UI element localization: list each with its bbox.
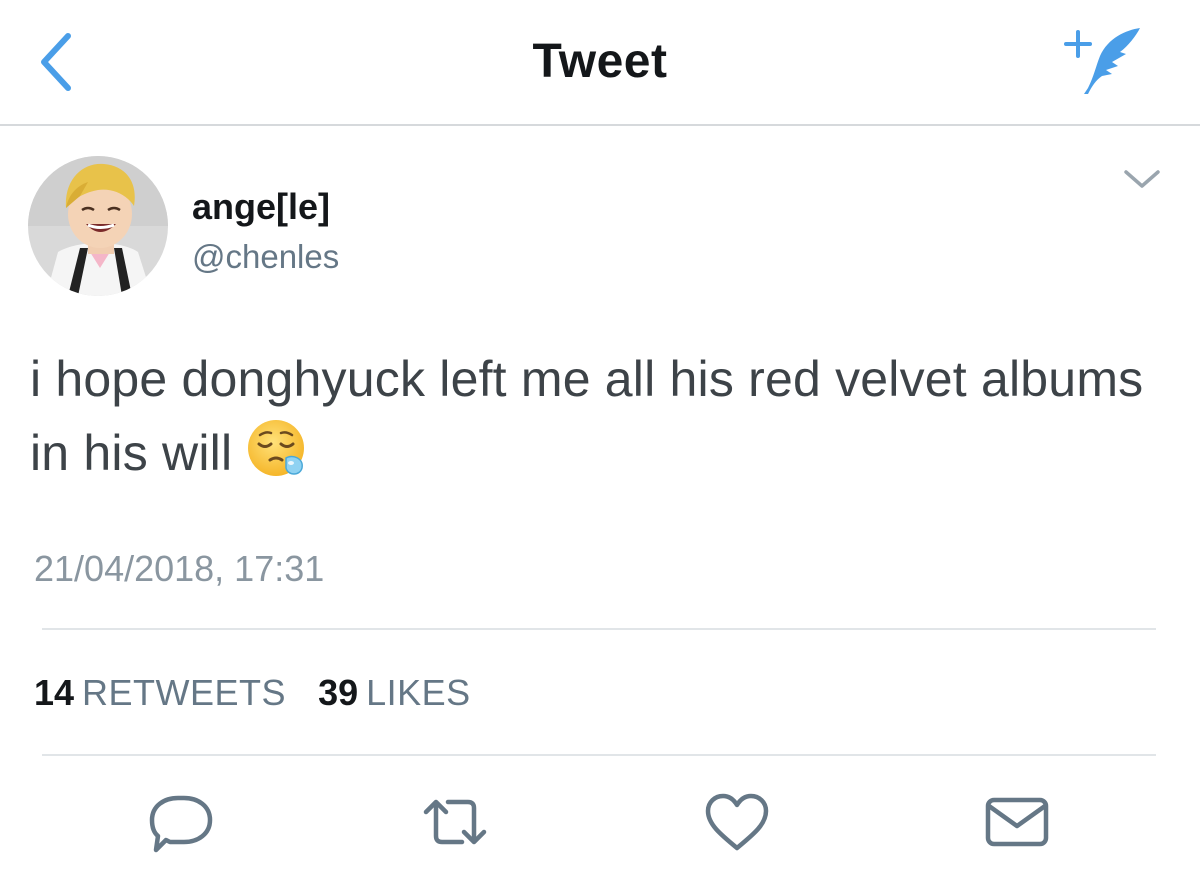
user-handle[interactable]: @chenles [192, 238, 339, 276]
tweet-text-content: i hope donghyuck left me all his red vel… [30, 351, 1144, 481]
profile-photo [28, 156, 168, 296]
likes-number: 39 [318, 672, 359, 713]
engagement-stats: 14 RETWEETS 39 LIKES [34, 672, 471, 714]
likes-label: LIKES [366, 672, 471, 713]
nav-bar: Tweet [0, 0, 1200, 126]
compose-tweet-button[interactable] [1056, 22, 1152, 102]
display-name[interactable]: ange[le] [192, 186, 330, 228]
retweets-label: RETWEETS [82, 672, 287, 713]
retweet-button[interactable] [420, 790, 490, 854]
heart-icon [705, 793, 769, 851]
likes-count[interactable]: 39 LIKES [318, 672, 471, 714]
envelope-icon [985, 797, 1049, 847]
reply-button[interactable] [146, 790, 216, 854]
more-options-button[interactable] [1120, 162, 1164, 198]
tweet-detail-screen: Tweet ange[le] @chenles i hope donghyuck… [0, 0, 1200, 870]
retweets-count[interactable]: 14 RETWEETS [34, 672, 286, 714]
reply-icon [149, 795, 213, 853]
page-title: Tweet [532, 35, 668, 88]
direct-message-button[interactable] [982, 790, 1052, 854]
sleepy-face-emoji: 😪 [246, 418, 306, 478]
tweet-text: i hope donghyuck left me all his red vel… [30, 342, 1160, 490]
like-button[interactable] [702, 790, 772, 854]
avatar[interactable] [28, 156, 168, 296]
retweets-number: 14 [34, 672, 75, 713]
divider [42, 754, 1156, 756]
chevron-down-icon [1124, 170, 1160, 188]
sleepy-face-icon [248, 420, 305, 476]
retweet-icon [423, 799, 487, 845]
tweet-timestamp: 21/04/2018, 17:31 [34, 548, 325, 589]
divider [42, 628, 1156, 630]
compose-tweet-icon [1064, 28, 1140, 94]
